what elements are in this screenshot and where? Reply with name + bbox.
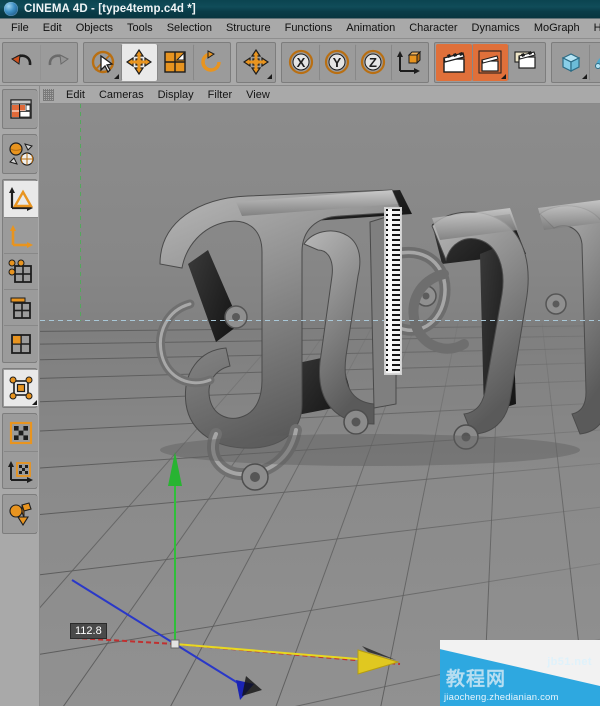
submenu-corner-icon[interactable]: [267, 73, 272, 79]
axis-x-icon[interactable]: X: [283, 43, 319, 81]
main-toolbar: X Y Z: [0, 39, 600, 86]
cinema4d-window: CINEMA 4D - [type4temp.c4d *] File Edit Ob…: [0, 0, 600, 706]
svg-text:X: X: [297, 55, 306, 70]
spline-tool-icon[interactable]: [589, 43, 600, 81]
left-toolbar-group-model-texture: [2, 368, 38, 408]
submenu-corner-icon[interactable]: [501, 73, 506, 79]
left-toolbar-group-editor-modes: [2, 179, 38, 363]
workplane-snap-icon[interactable]: [4, 496, 38, 532]
menu-item-tools[interactable]: Tools: [120, 20, 160, 37]
drag-grip-icon[interactable]: [43, 88, 54, 101]
z-axis-line-b: [174, 643, 247, 689]
menu-item-hair[interactable]: Hair: [587, 20, 600, 37]
axis-modify-icon[interactable]: [4, 217, 38, 253]
left-toolbar: [0, 86, 40, 706]
left-toolbar-group-texture-modes: [2, 413, 38, 489]
move-icon[interactable]: [121, 43, 157, 81]
points-mode-icon[interactable]: [4, 253, 38, 289]
watermark-url: jiaocheng.zhedianian.com: [444, 692, 559, 703]
cube-primitive-icon[interactable]: [553, 43, 589, 81]
menu-item-animation[interactable]: Animation: [339, 20, 402, 37]
toolbar-group-transform-tools: [83, 41, 231, 83]
menu-item-character[interactable]: Character: [402, 20, 464, 37]
menu-item-selection[interactable]: Selection: [160, 20, 219, 37]
scale-icon[interactable]: [157, 43, 193, 81]
menu-item-edit[interactable]: Edit: [36, 20, 69, 37]
horizon-guide-line: [40, 320, 600, 321]
select-cursor-icon[interactable]: [85, 43, 121, 81]
layout-manager-icon[interactable]: [4, 91, 38, 127]
coordinate-readout: 112.8: [70, 623, 107, 639]
menu-item-objects[interactable]: Objects: [69, 20, 120, 37]
menu-item-mograph[interactable]: MoGraph: [527, 20, 587, 37]
watermark-site: jb51.net: [547, 656, 592, 668]
menu-item-file[interactable]: File: [4, 20, 36, 37]
viewport-perspective[interactable]: Edit Cameras Display Filter View 112.8 教…: [40, 86, 600, 706]
render-view-icon[interactable]: [436, 43, 472, 81]
object-axis-icon[interactable]: [4, 181, 38, 217]
edges-mode-icon[interactable]: [4, 289, 38, 325]
window-title: CINEMA 4D - [type4temp.c4d *]: [24, 3, 196, 15]
cinema4d-logo-icon: [4, 2, 18, 16]
axis-y-icon[interactable]: Y: [319, 43, 355, 81]
submenu-corner-icon[interactable]: [114, 73, 119, 79]
rotate-icon[interactable]: [193, 43, 229, 81]
title-bar: CINEMA 4D - [type4temp.c4d *]: [0, 0, 600, 19]
render-settings-icon[interactable]: [508, 43, 544, 81]
viewport-menu-item-filter[interactable]: Filter: [201, 88, 239, 102]
texture-mode-icon[interactable]: [4, 415, 38, 451]
toolbar-group-move-duplicate: [236, 41, 276, 83]
model-mode-icon[interactable]: [4, 370, 38, 406]
world-coordinates-icon[interactable]: [391, 43, 427, 81]
left-toolbar-group-snap: [2, 494, 38, 534]
axis-z-icon[interactable]: Z: [355, 43, 391, 81]
highlight-axis-line: [174, 643, 371, 661]
svg-text:Z: Z: [369, 55, 377, 70]
axis-gizmo[interactable]: [40, 104, 600, 706]
menu-bar: File Edit Objects Tools Selection Structure Fu…: [0, 19, 600, 39]
polygons-mode-icon[interactable]: [4, 325, 38, 361]
render-globe-icon[interactable]: [4, 136, 38, 172]
viewport-menu-bar: Edit Cameras Display Filter View: [40, 86, 600, 104]
texture-axis-icon[interactable]: [4, 451, 38, 487]
menu-item-functions[interactable]: Functions: [278, 20, 340, 37]
viewport-menu-item-cameras[interactable]: Cameras: [92, 88, 151, 102]
svg-text:Y: Y: [333, 55, 342, 70]
watermark: 教程网 jb51.net jiaocheng.zhedianian.com: [440, 640, 600, 706]
toolbar-group-primitives: [551, 41, 600, 83]
z-axis-arrow-shadow: [242, 676, 262, 696]
submenu-corner-icon[interactable]: [32, 400, 37, 405]
viewport-menu-item-display[interactable]: Display: [151, 88, 201, 102]
menu-item-dynamics[interactable]: Dynamics: [465, 20, 527, 37]
left-toolbar-group-render-preview: [2, 134, 38, 174]
viewport-canvas[interactable]: 112.8 教程网 jb51.net jiaocheng.zhedianian.…: [40, 104, 600, 706]
axis-origin-handle[interactable]: [170, 639, 180, 649]
undo-icon[interactable]: [4, 43, 40, 81]
toolbar-group-history: [2, 41, 78, 83]
viewport-menu-item-view[interactable]: View: [239, 88, 277, 102]
redo-icon: [40, 43, 76, 81]
vertical-measure-ruler[interactable]: [385, 208, 401, 374]
watermark-cn-text: 教程网: [446, 669, 507, 690]
y-axis-arrow[interactable]: [168, 452, 182, 486]
toolbar-group-axis-locks: X Y Z: [281, 41, 429, 83]
y-axis-dashed-guide: [80, 104, 81, 321]
toolbar-group-render: [434, 41, 546, 83]
viewport-menu-item-edit[interactable]: Edit: [59, 88, 92, 102]
render-active-view-icon[interactable]: [472, 43, 508, 81]
menu-item-structure[interactable]: Structure: [219, 20, 278, 37]
left-toolbar-group-layout: [2, 89, 38, 129]
move-icon[interactable]: [238, 43, 274, 81]
submenu-corner-icon[interactable]: [582, 73, 587, 79]
